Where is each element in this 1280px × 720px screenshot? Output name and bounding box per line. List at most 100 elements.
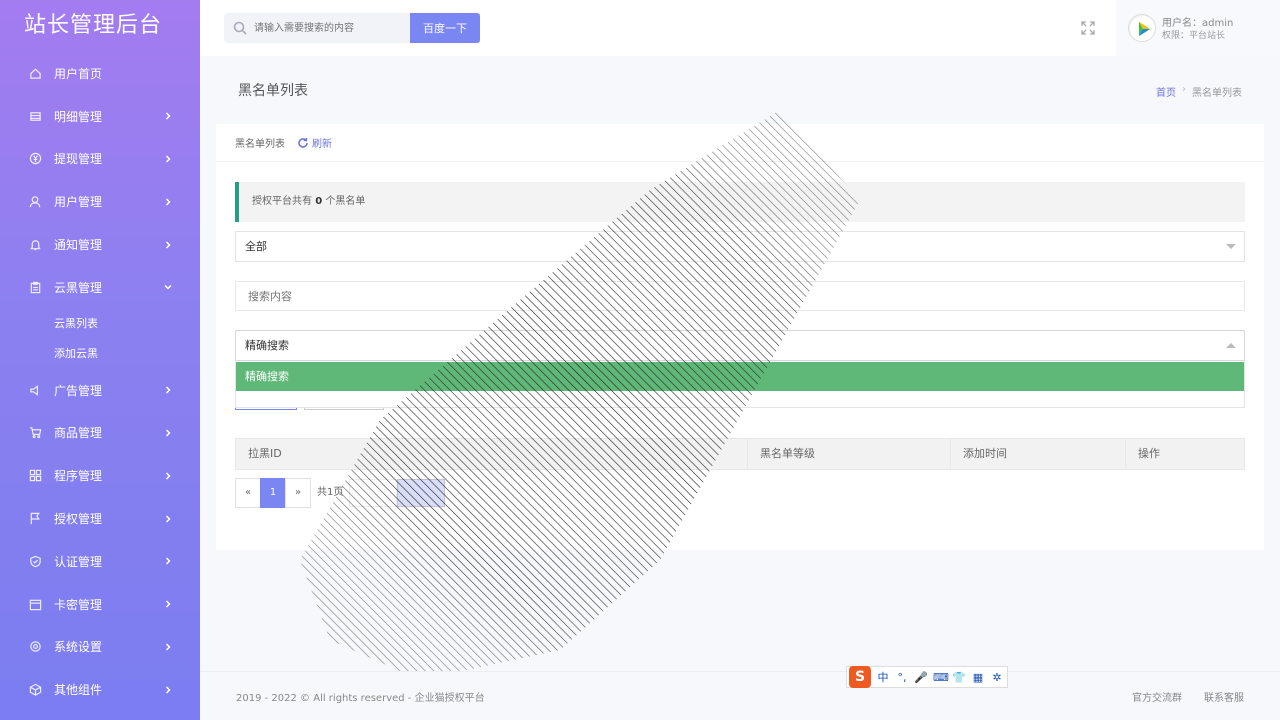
sidebar-item-13[interactable]: 其他组件 (0, 668, 200, 711)
search-icon (233, 21, 247, 35)
ime-keyboard-icon[interactable]: ⌨ (933, 671, 949, 684)
column-header-id: 拉黑ID (236, 439, 748, 469)
sidebar-subitem-1[interactable]: 添加云黑 (0, 339, 200, 369)
refresh-icon (298, 137, 308, 148)
column-header-time: 添加时间 (951, 439, 1126, 469)
search-box (224, 13, 410, 43)
refresh-label: 刷新 (312, 139, 332, 150)
ime-logo-icon[interactable]: S (849, 666, 871, 688)
sidebar-item-10[interactable]: 认证管理 (0, 540, 200, 583)
sidebar-item-label: 明细管理 (54, 109, 103, 124)
blacklist-card: 黑名单列表 刷新 授权平台共有 0 个黑名单 全部 精确搜索 精确搜索 拉黑ID… (216, 124, 1264, 550)
sidebar-item-11[interactable]: 卡密管理 (0, 583, 200, 626)
sidebar-item-label: 广告管理 (54, 383, 103, 398)
alert-count: 0 (315, 196, 323, 207)
sidebar-item-12[interactable]: 系统设置 (0, 626, 200, 669)
breadcrumb: 首页 › 黑名单列表 (1156, 84, 1242, 99)
user-name: 用户名：admin (1162, 18, 1234, 29)
sidebar-item-label: 商品管理 (54, 426, 103, 441)
sidebar-item-0[interactable]: 用户首页 (0, 52, 200, 95)
ime-lang-toggle[interactable]: 中 (876, 669, 890, 685)
dropdown-option-exact[interactable]: 精确搜索 (236, 362, 1244, 391)
clipboard-icon (28, 280, 42, 294)
speaker-icon (28, 383, 42, 397)
chevron-right-icon (164, 557, 172, 565)
chevron-right-icon (164, 643, 172, 651)
breadcrumb-separator: › (1182, 84, 1186, 95)
column-header-level: 黑名单等级 (748, 439, 951, 469)
sidebar-item-3[interactable]: 用户管理 (0, 180, 200, 223)
sidebar-item-label: 授权管理 (54, 512, 103, 527)
sidebar-item-label: 系统设置 (54, 640, 103, 655)
sidebar-item-1[interactable]: 明细管理 (0, 95, 200, 138)
alert-suffix: 个黑名单 (325, 196, 366, 207)
search-button[interactable]: 百度一下 (410, 13, 480, 43)
list-icon (28, 109, 42, 123)
breadcrumb-current: 黑名单列表 (1192, 88, 1242, 99)
sidebar-item-label: 提现管理 (54, 152, 103, 167)
user-icon (28, 195, 42, 209)
pager-jump-button[interactable] (397, 479, 446, 507)
chevron-right-icon (164, 198, 172, 206)
calendar-icon (28, 597, 42, 611)
refresh-button[interactable]: 刷新 (297, 135, 332, 150)
chevron-right-icon (164, 472, 172, 480)
filter-select[interactable]: 全部 (235, 231, 1245, 262)
footer-link-group[interactable]: 官方交流群 (1132, 689, 1182, 704)
pager-prev[interactable]: « (235, 478, 261, 508)
avatar[interactable] (1128, 14, 1156, 42)
card-title: 黑名单列表 (235, 139, 285, 150)
search-mode-dropdown: 精确搜索 (235, 362, 1245, 408)
ime-settings-icon[interactable]: ✲ (990, 671, 1004, 684)
chevron-right-icon (164, 600, 172, 608)
sidebar-item-4[interactable]: 通知管理 (0, 223, 200, 266)
chevron-down-icon (164, 283, 172, 291)
table-header: 拉黑ID 黑名单等级 添加时间 操作 (235, 438, 1245, 470)
ime-punct-icon[interactable]: °, (895, 671, 909, 684)
yen-icon (28, 152, 42, 166)
bell-icon (28, 238, 42, 252)
ime-toolbar: S 中 °, 🎤 ⌨ 👕 ▦ ✲ (846, 666, 1008, 688)
sidebar-item-8[interactable]: 程序管理 (0, 454, 200, 497)
search-mode-select[interactable]: 精确搜索 (235, 330, 1245, 361)
user-role: 权限：平台站长 (1162, 31, 1226, 41)
sidebar-item-label: 卡密管理 (54, 597, 103, 612)
card-header: 黑名单列表 刷新 (216, 124, 1264, 162)
sidebar-item-5[interactable]: 云黑管理 (0, 266, 200, 309)
chevron-right-icon (164, 515, 172, 523)
search-mode-value: 精确搜索 (245, 339, 289, 352)
sidebar-item-7[interactable]: 商品管理 (0, 412, 200, 455)
sidebar-item-6[interactable]: 广告管理 (0, 369, 200, 412)
breadcrumb-home[interactable]: 首页 (1156, 84, 1176, 99)
filter-select-value: 全部 (245, 240, 267, 253)
sidebar-item-label: 其他组件 (54, 683, 103, 698)
alert-prefix: 授权平台共有 (252, 196, 312, 207)
chevron-right-icon (164, 241, 172, 249)
footer-link-support[interactable]: 联系客服 (1204, 689, 1244, 704)
sidebar-subitem-0[interactable]: 云黑列表 (0, 309, 200, 339)
search-content-input[interactable] (235, 281, 1245, 311)
page-title: 黑名单列表 (238, 83, 308, 99)
chevron-right-icon (164, 155, 172, 163)
pager-page-1[interactable]: 1 (260, 478, 286, 508)
pager-jump-input[interactable] (349, 479, 398, 507)
sidebar-item-label: 通知管理 (54, 238, 103, 253)
user-panel[interactable]: 用户名：admin 权限：平台站长 (1116, 0, 1280, 56)
column-header-action: 操作 (1138, 447, 1160, 460)
ime-mic-icon[interactable]: 🎤 (914, 671, 928, 684)
fullscreen-icon[interactable] (1080, 20, 1096, 36)
sidebar-item-label: 用户首页 (54, 66, 103, 81)
pager-next[interactable]: » (285, 478, 311, 508)
footer-brand-link[interactable]: 企业猫授权平台 (415, 693, 485, 704)
ime-apps-icon[interactable]: ▦ (971, 671, 985, 684)
ime-skin-icon[interactable]: 👕 (952, 671, 966, 684)
header-search-input[interactable] (254, 13, 404, 43)
footer: 2019 - 2022 © All rights reserved - 企业猫授… (200, 671, 1280, 720)
sidebar-item-2[interactable]: 提现管理 (0, 138, 200, 181)
chevron-right-icon (164, 429, 172, 437)
shield-icon (28, 554, 42, 568)
chevron-right-icon (164, 112, 172, 120)
sidebar-item-9[interactable]: 授权管理 (0, 497, 200, 540)
top-header: 百度一下 用户名：admin 权限：平台站长 (200, 0, 1280, 56)
sidebar-item-label: 用户管理 (54, 195, 103, 210)
